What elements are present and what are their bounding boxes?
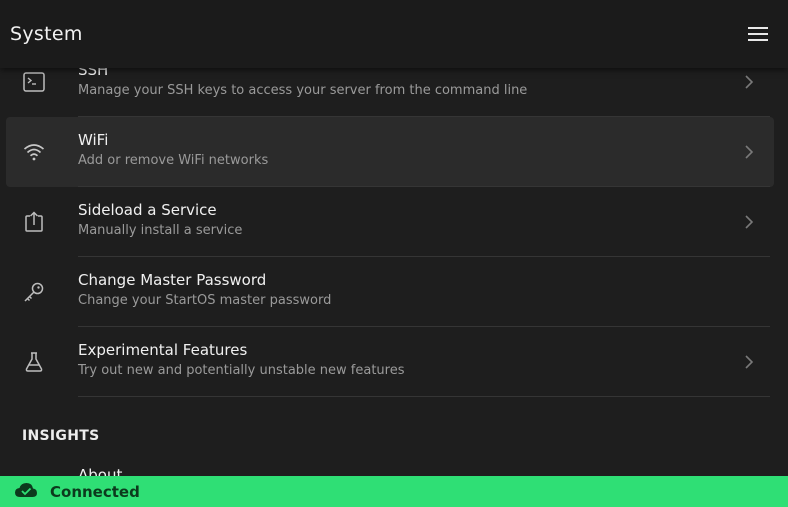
section-title-insights: INSIGHTS xyxy=(22,428,100,444)
cloud-check-icon xyxy=(14,482,38,502)
list-item-sideload[interactable]: Sideload a Service Manually install a se… xyxy=(6,187,774,257)
app-header: System xyxy=(0,0,788,68)
flask-icon xyxy=(22,350,46,374)
chevron-right-icon xyxy=(742,141,756,163)
key-icon xyxy=(22,280,46,304)
connection-status-bar: Connected xyxy=(0,476,788,507)
chevron-right-icon xyxy=(742,351,756,373)
list-item-description: Try out new and potentially unstable new… xyxy=(78,363,405,378)
list-item-label: WiFi xyxy=(78,131,109,149)
chevron-right-icon xyxy=(742,211,756,233)
list-item-label: Change Master Password xyxy=(78,271,267,289)
wifi-icon xyxy=(22,140,46,164)
system-settings-list: SSH Manage your SSH keys to access your … xyxy=(0,0,788,476)
list-item-label: Sideload a Service xyxy=(78,201,217,219)
list-item-description: Manually install a service xyxy=(78,223,243,238)
list-item-experimental[interactable]: Experimental Features Try out new and po… xyxy=(6,327,774,397)
list-item-label: Experimental Features xyxy=(78,341,248,359)
chevron-right-icon xyxy=(742,71,756,93)
hamburger-menu-icon[interactable] xyxy=(748,27,768,41)
list-item-wifi[interactable]: WiFi Add or remove WiFi networks xyxy=(6,117,774,187)
list-item-description: Change your StartOS master password xyxy=(78,293,332,308)
list-item-description: Add or remove WiFi networks xyxy=(78,153,269,168)
page-title: System xyxy=(10,23,83,45)
terminal-icon xyxy=(22,70,46,94)
list-item-change-password[interactable]: Change Master Password Change your Start… xyxy=(6,257,774,327)
status-text: Connected xyxy=(50,482,140,501)
list-item-about[interactable]: About xyxy=(6,452,774,476)
upload-icon xyxy=(22,210,46,234)
list-item-label: About xyxy=(78,466,123,476)
divider xyxy=(78,396,770,397)
list-item-description: Manage your SSH keys to access your serv… xyxy=(78,83,528,98)
